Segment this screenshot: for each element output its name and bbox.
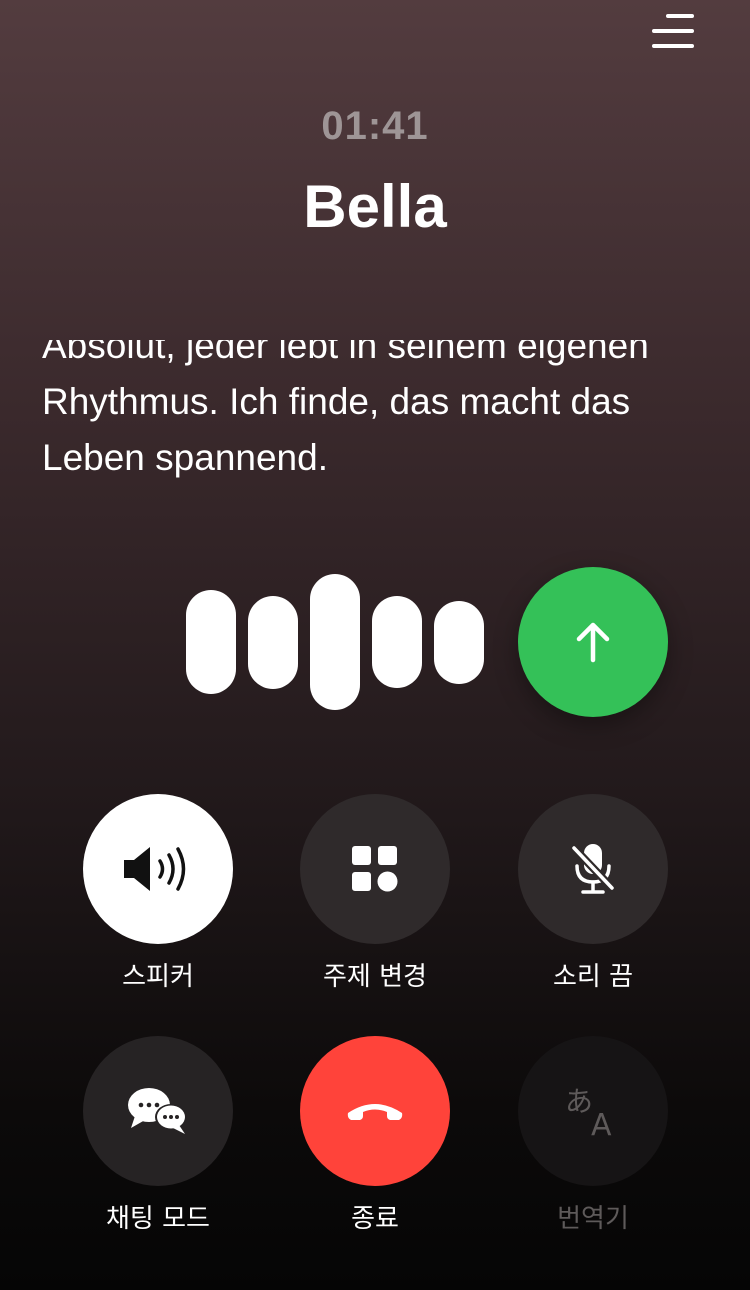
translator-label: 번역기 (557, 1204, 629, 1234)
waveform-bar (434, 601, 484, 684)
grid-shapes-icon (352, 846, 398, 892)
chat-mode-label: 채팅 모드 (106, 1204, 210, 1234)
menu-button[interactable] (652, 14, 694, 48)
speaker-icon (124, 847, 186, 891)
chat-mode-button[interactable] (83, 1036, 233, 1186)
svg-text:A: A (591, 1108, 612, 1139)
arrow-up-icon (576, 622, 610, 663)
end-call-label: 종료 (351, 1204, 399, 1234)
waveform-bar (372, 596, 422, 688)
mute-button[interactable] (518, 794, 668, 944)
change-topic-button[interactable] (300, 794, 450, 944)
waveform-bar (186, 590, 236, 694)
svg-text:あ: あ (565, 1085, 593, 1118)
hamburger-menu-icon (666, 14, 694, 18)
mute-label: 소리 끔 (552, 962, 634, 992)
change-topic-label: 주제 변경 (323, 962, 427, 992)
translate-icon: あ A (565, 1085, 612, 1139)
waveform-bar (310, 574, 360, 710)
translator-button[interactable]: あ A (518, 1036, 668, 1186)
speaker-button[interactable] (83, 794, 233, 944)
call-timer: 01:41 (321, 104, 429, 148)
end-call-button[interactable] (300, 1036, 450, 1186)
transcript-area: Absolut, jeder lebt in seinem eigenen Rh… (42, 340, 702, 510)
speaker-label: 스피커 (122, 962, 194, 992)
waveform-bar (248, 596, 298, 689)
phone-hangup-icon (347, 1104, 403, 1120)
send-button[interactable] (518, 567, 668, 717)
mic-muted-icon (570, 844, 616, 894)
chat-bubbles-icon (128, 1088, 187, 1134)
transcript-text: Absolut, jeder lebt in seinem eigenen Rh… (42, 340, 649, 478)
contact-name: Bella (303, 173, 447, 240)
